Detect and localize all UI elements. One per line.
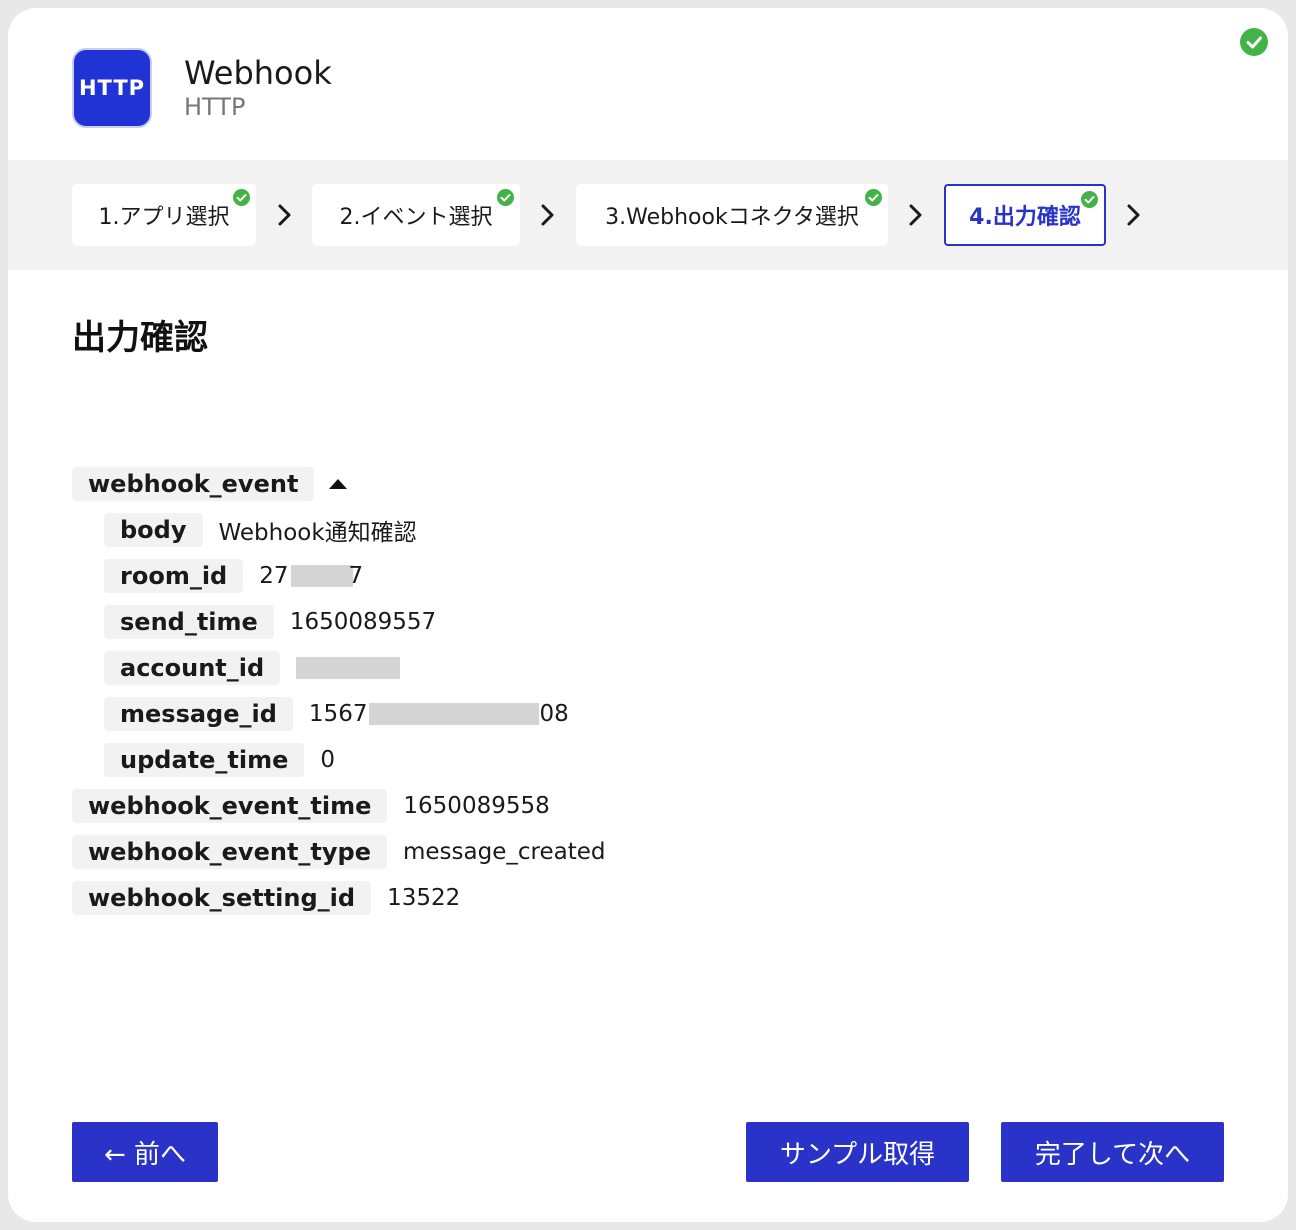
- output-row-webhook-event: webhook_event: [72, 467, 348, 501]
- app-title: Webhook: [184, 54, 332, 92]
- step-label: 2.イベント選択: [339, 205, 493, 230]
- output-value: 13522: [387, 885, 461, 911]
- app-subtitle: HTTP: [184, 93, 246, 121]
- redacted-mask: [296, 657, 401, 679]
- output-key: account_id: [104, 651, 281, 685]
- value-suffix: 08: [539, 701, 569, 727]
- http-logo: HTTP: [72, 48, 152, 128]
- value-prefix: 1567: [308, 701, 368, 727]
- chevron-right-icon: [276, 202, 294, 228]
- step-check-icon: [233, 189, 250, 206]
- step-label: 4.出力確認: [969, 205, 1081, 230]
- output-row-update-time: update_time 0: [104, 743, 335, 777]
- output-key: webhook_event: [72, 467, 315, 501]
- output-key: room_id: [104, 559, 244, 593]
- status-check-icon: [1240, 28, 1268, 56]
- output-row-account-id: account_id: [104, 651, 401, 685]
- output-key: webhook_event_type: [72, 835, 387, 869]
- redacted-mask: [290, 565, 353, 587]
- output-row-webhook-event-time: webhook_event_time 1650089558: [72, 789, 550, 823]
- get-sample-button[interactable]: サンプル取得: [746, 1122, 969, 1182]
- step-event-select[interactable]: 2.イベント選択: [312, 184, 520, 246]
- output-row-room-id: room_id 27 7: [104, 559, 363, 593]
- step-check-icon: [865, 189, 882, 206]
- output-key: webhook_setting_id: [72, 881, 372, 915]
- output-value: 1567 08: [309, 701, 569, 727]
- output-value: [296, 657, 401, 679]
- step-label: 3.Webhookコネクタ選択: [605, 205, 859, 230]
- complete-next-button[interactable]: 完了して次へ: [1001, 1122, 1224, 1182]
- connector-setup-card: HTTP Webhook HTTP 1.アプリ選択 2.イベント選択 3.Web…: [8, 8, 1288, 1222]
- step-label: 1.アプリ選択: [98, 205, 230, 230]
- step-check-icon: [1081, 191, 1098, 208]
- output-key: body: [104, 513, 203, 547]
- output-value: 1650089557: [289, 609, 437, 635]
- output-row-webhook-setting-id: webhook_setting_id 13522: [72, 881, 460, 915]
- value-prefix: 27: [259, 563, 289, 589]
- output-value: message_created: [402, 839, 606, 865]
- collapse-triangle-icon[interactable]: [328, 477, 348, 491]
- chevron-right-icon: [539, 202, 557, 228]
- output-key: webhook_event_time: [72, 789, 388, 823]
- section-title: 出力確認: [72, 318, 208, 358]
- output-key: send_time: [104, 605, 274, 639]
- output-row-message-id: message_id 1567 08: [104, 697, 569, 731]
- output-row-webhook-event-type: webhook_event_type message_created: [72, 835, 605, 869]
- app-header: HTTP Webhook HTTP: [72, 48, 332, 128]
- step-navigation: 1.アプリ選択 2.イベント選択 3.Webhookコネクタ選択 4.出力確認: [8, 160, 1288, 270]
- chevron-right-icon: [907, 202, 925, 228]
- back-button[interactable]: ← 前へ: [72, 1122, 218, 1182]
- output-row-send-time: send_time 1650089557: [104, 605, 436, 639]
- chevron-right-icon: [1125, 202, 1143, 228]
- output-value: 0: [320, 747, 336, 773]
- output-key: update_time: [104, 743, 305, 777]
- output-value: 1650089558: [403, 793, 550, 819]
- value-suffix: 7: [348, 563, 364, 589]
- step-connector-select[interactable]: 3.Webhookコネクタ選択: [576, 184, 888, 246]
- step-output-confirm[interactable]: 4.出力確認: [944, 184, 1106, 246]
- output-row-body: body Webhook通知確認: [104, 513, 417, 547]
- step-check-icon: [497, 189, 514, 206]
- step-app-select[interactable]: 1.アプリ選択: [72, 184, 256, 246]
- output-value: Webhook通知確認: [218, 520, 417, 546]
- redacted-mask: [369, 703, 540, 725]
- output-key: message_id: [104, 697, 293, 731]
- output-value: 27 7: [259, 563, 363, 589]
